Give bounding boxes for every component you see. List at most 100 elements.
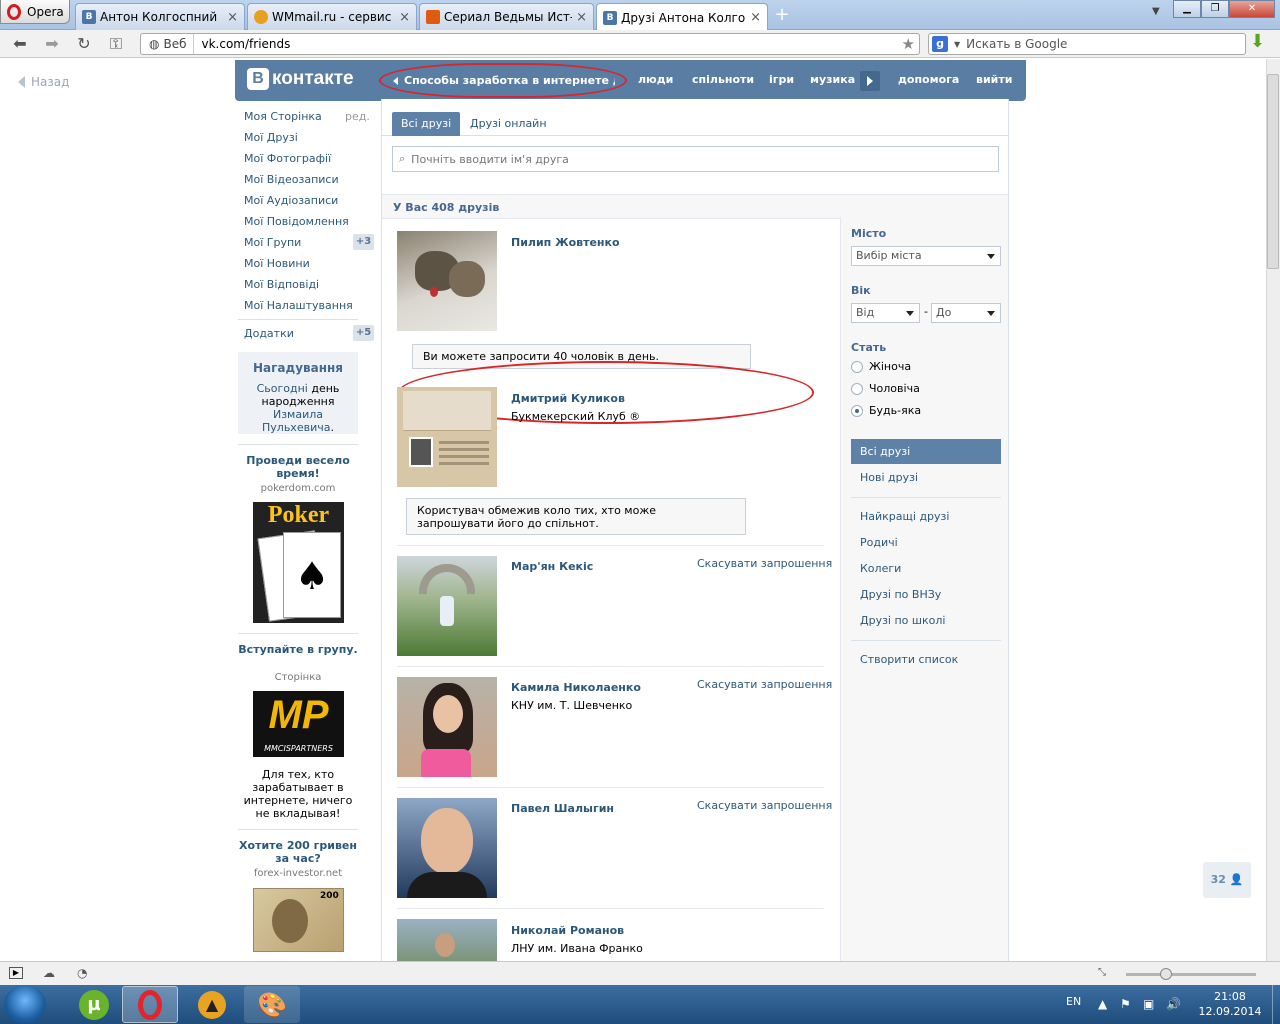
menu-apps[interactable]: Додатки xyxy=(244,327,294,340)
back-link[interactable]: Назад xyxy=(18,75,69,89)
radio-any[interactable]: Будь-яка xyxy=(851,404,921,417)
close-tab-icon[interactable]: × xyxy=(227,10,238,25)
friend-search-input[interactable]: ⌕ Почніть вводити ім'я друга xyxy=(392,146,999,172)
view-icon[interactable]: ⤡ xyxy=(1098,967,1106,978)
friend-photo-pavel[interactable] xyxy=(397,798,497,898)
browser-tab[interactable]: B Антон Колгоспний × xyxy=(75,3,245,30)
menu-my-messages[interactable]: Мої Повідомлення xyxy=(244,215,349,228)
tab-all-friends[interactable]: Всі друзі xyxy=(392,112,461,136)
friend-photo-wolves[interactable] xyxy=(397,231,497,331)
reminder-person-link[interactable]: Измаила Пульхевича xyxy=(262,408,330,434)
menu-my-groups[interactable]: Мої Групи xyxy=(244,236,301,249)
tab-list-icon[interactable]: ▼ xyxy=(1152,6,1160,17)
reload-icon[interactable]: ↻ xyxy=(74,34,94,54)
menu-my-videos[interactable]: Мої Відеозаписи xyxy=(244,173,339,186)
close-tab-icon[interactable]: × xyxy=(576,10,587,25)
city-select[interactable]: Вибір міста xyxy=(851,246,1001,266)
google-icon[interactable]: g xyxy=(932,36,948,52)
url-field[interactable]: ◍ Веб vk.com/friends ★ xyxy=(140,33,920,55)
friend-photo-nikolai[interactable] xyxy=(397,919,497,961)
cancel-invite-link[interactable]: Скасувати запрошення xyxy=(697,799,832,812)
nav-games[interactable]: ігри xyxy=(769,73,794,86)
cancel-invite-link[interactable]: Скасувати запрошення xyxy=(697,557,832,570)
friend-photo-passport[interactable] xyxy=(397,387,497,487)
nav-music[interactable]: музика xyxy=(810,73,855,86)
search-field[interactable]: g ▼ Искать в Google xyxy=(928,33,1246,55)
friend-photo-marian[interactable] xyxy=(397,556,497,656)
download-icon[interactable]: ⬇ xyxy=(1250,33,1268,51)
forward-arrow-icon[interactable]: ➡ xyxy=(42,34,62,54)
radio-button[interactable] xyxy=(851,382,863,395)
minimize-icon[interactable]: ▁ xyxy=(1173,0,1201,18)
browser-tab[interactable]: WMmail.ru - сервис п... × xyxy=(247,3,417,30)
web-badge[interactable]: ◍ Веб xyxy=(141,34,194,54)
vk-logo[interactable]: Вконтакте xyxy=(247,68,354,90)
ad-title[interactable]: Проведи весело время! xyxy=(238,454,358,480)
volume-icon[interactable]: 🔊 xyxy=(1166,997,1181,1011)
list-university[interactable]: Друзі по ВНЗу xyxy=(851,582,1001,607)
groups-badge[interactable]: +3 xyxy=(353,234,374,250)
menu-my-photos[interactable]: Мої Фотографії xyxy=(244,152,331,165)
friend-name[interactable]: Павел Шалыгин xyxy=(511,802,614,815)
close-tab-icon[interactable]: × xyxy=(399,10,410,25)
list-all-friends[interactable]: Всі друзі xyxy=(851,439,1001,464)
friend-name[interactable]: Дмитрий Куликов xyxy=(511,392,625,405)
maximize-icon[interactable]: ❐ xyxy=(1201,0,1229,18)
url-text[interactable]: vk.com/friends xyxy=(194,37,902,51)
friend-photo-kamila[interactable] xyxy=(397,677,497,777)
opera-taskbar-icon[interactable] xyxy=(122,986,178,1023)
friend-name[interactable]: Камила Николаенко xyxy=(511,681,641,694)
network-icon[interactable]: ▣ xyxy=(1143,997,1154,1011)
friend-name[interactable]: Николай Романов xyxy=(511,924,624,937)
utorrent-taskbar-icon[interactable]: µ xyxy=(66,986,122,1023)
start-button[interactable] xyxy=(4,985,46,1024)
new-tab-icon[interactable]: + xyxy=(772,5,792,25)
zoom-slider-knob[interactable] xyxy=(1160,968,1172,980)
list-colleagues[interactable]: Колеги xyxy=(851,556,1001,581)
menu-edit-link[interactable]: ред. xyxy=(345,110,370,123)
nav-help[interactable]: допомога xyxy=(898,73,959,86)
browser-tab[interactable]: Сериал Ведьмы Ист-Э...× xyxy=(419,3,594,30)
list-best-friends[interactable]: Найкращі друзі xyxy=(851,504,1001,529)
friend-name[interactable]: Пилип Жовтенко xyxy=(511,236,620,249)
list-relatives[interactable]: Родичі xyxy=(851,530,1001,555)
mp-ad-image[interactable]: MP MMCISPARTNERS xyxy=(253,691,344,757)
banknote-ad-image[interactable]: 200 xyxy=(253,888,344,952)
create-list-link[interactable]: Створити список xyxy=(851,647,1001,672)
browser-tab-active[interactable]: B Друзі Антона Колгосп... × xyxy=(596,3,768,31)
age-to-select[interactable]: До xyxy=(931,303,1001,323)
menu-my-friends[interactable]: Мої Друзі xyxy=(244,131,298,144)
show-desktop-button[interactable] xyxy=(1272,985,1280,1024)
menu-my-audio[interactable]: Мої Аудіозаписи xyxy=(244,194,338,207)
online-counter-widget[interactable]: 32 👤 xyxy=(1203,862,1251,898)
system-clock[interactable]: 21:08 12.09.2014 xyxy=(1190,989,1270,1019)
radio-female[interactable]: Жіноча xyxy=(851,360,911,373)
menu-my-page[interactable]: Моя Сторінка xyxy=(244,110,322,123)
radio-button-selected[interactable] xyxy=(851,404,863,417)
apps-badge[interactable]: +5 xyxy=(353,325,374,341)
menu-my-news[interactable]: Мої Новини xyxy=(244,257,310,270)
reminder-today-link[interactable]: Сьогодні xyxy=(257,382,308,395)
flag-icon[interactable]: ⚑ xyxy=(1120,997,1131,1011)
scrollbar-thumb[interactable] xyxy=(1267,74,1279,269)
nav-communities[interactable]: спільноти xyxy=(692,73,754,86)
zoom-slider-track[interactable] xyxy=(1126,973,1256,976)
speed-dial-icon[interactable]: ◔ xyxy=(77,966,87,980)
age-from-select[interactable]: Від xyxy=(851,303,920,323)
tray-arrow-icon[interactable]: ▲ xyxy=(1098,997,1107,1011)
friend-name[interactable]: Мар'ян Кекіс xyxy=(511,560,593,573)
radio-button[interactable] xyxy=(851,360,863,373)
tab-friends-online[interactable]: Друзі онлайн xyxy=(470,112,547,136)
close-window-icon[interactable]: ✕ xyxy=(1229,0,1275,18)
ad-title[interactable]: Вступайте в групу. xyxy=(238,643,358,656)
nav-people[interactable]: люди xyxy=(638,73,673,86)
ad-title[interactable]: Хотите 200 гривен за час? xyxy=(238,839,358,865)
radio-male[interactable]: Чоловіча xyxy=(851,382,920,395)
cloud-icon[interactable]: ☁ xyxy=(43,966,55,980)
list-school[interactable]: Друзі по школі xyxy=(851,608,1001,633)
key-icon[interactable]: ⚿ xyxy=(106,34,126,54)
language-indicator[interactable]: EN xyxy=(1066,995,1081,1008)
back-arrow-icon[interactable]: ⬅ xyxy=(10,34,30,54)
list-new-friends[interactable]: Нові друзі xyxy=(851,465,1001,490)
engine-dropdown-icon[interactable]: ▼ xyxy=(954,40,960,49)
